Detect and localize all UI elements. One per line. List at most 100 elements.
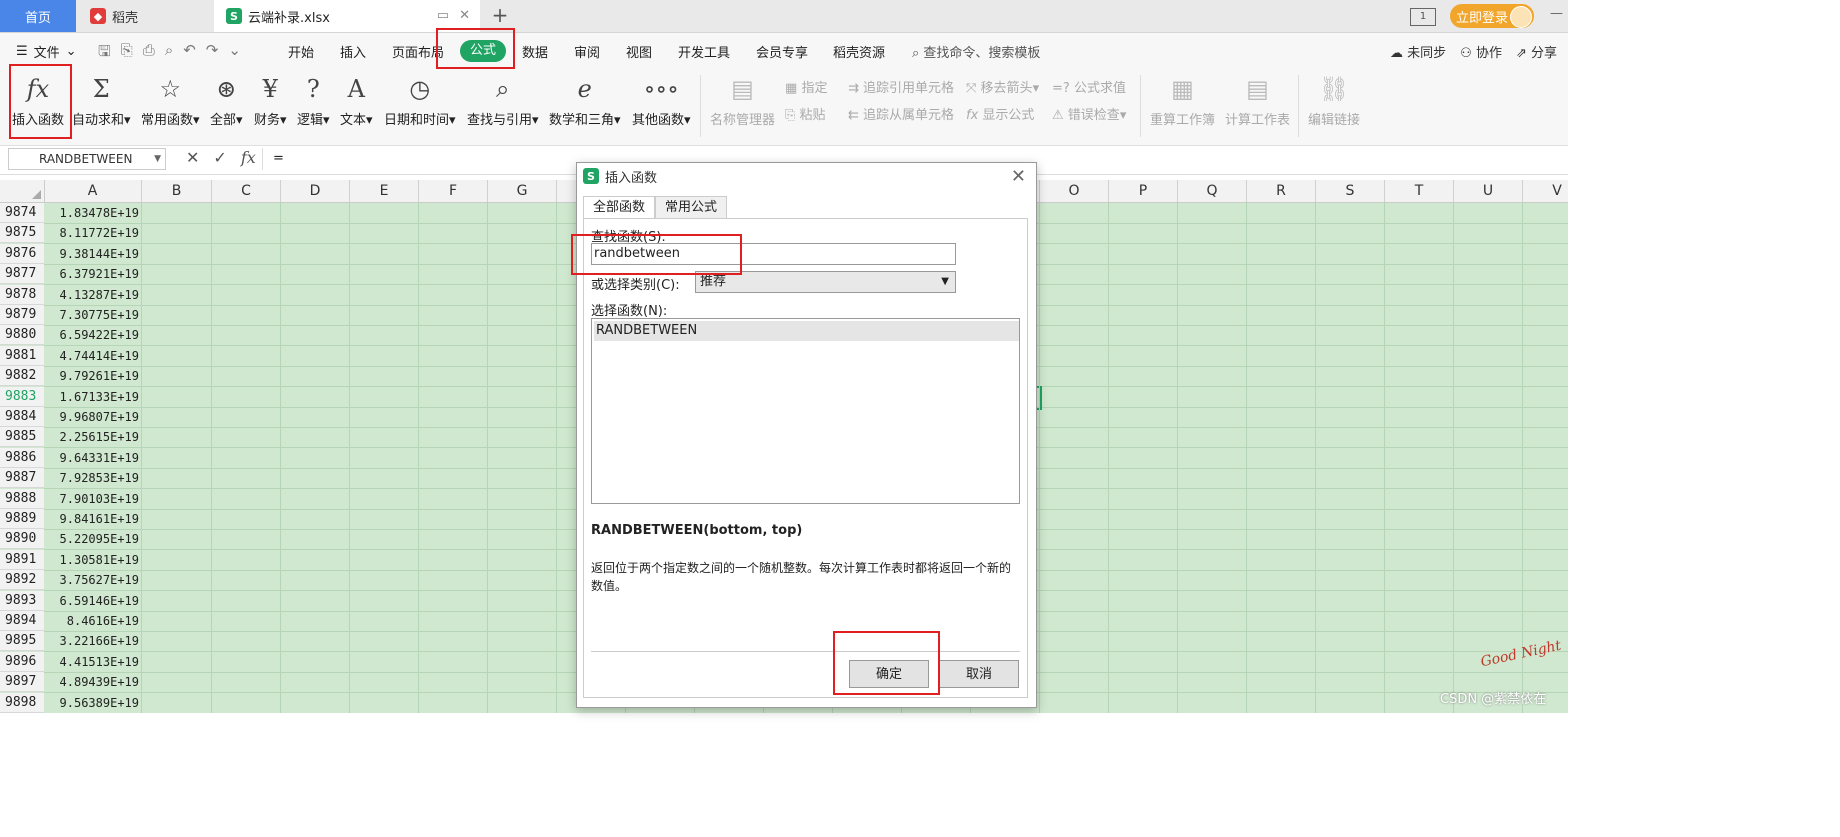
- cell-a[interactable]: 3.75627E+19: [44, 570, 142, 590]
- remove-arrows-button[interactable]: ⤧ 移去箭头▾: [966, 77, 1039, 96]
- share-button[interactable]: ⇗ 分享: [1516, 42, 1557, 61]
- chevron-down-icon[interactable]: ▼: [154, 154, 161, 164]
- login-button[interactable]: 立即登录: [1450, 4, 1534, 28]
- row-header[interactable]: 9891: [0, 549, 44, 570]
- column-header-g[interactable]: G: [488, 180, 557, 202]
- column-header-u[interactable]: U: [1454, 180, 1523, 202]
- cell-a[interactable]: 4.74414E+19: [44, 346, 142, 366]
- column-header-c[interactable]: C: [212, 180, 281, 202]
- row-header[interactable]: 9897: [0, 672, 44, 693]
- column-header-p[interactable]: P: [1109, 180, 1178, 202]
- cell-a[interactable]: 6.37921E+19: [44, 264, 142, 284]
- row-header[interactable]: 9880: [0, 325, 44, 346]
- text-button[interactable]: A 文本▾: [340, 73, 373, 128]
- row-header[interactable]: 9887: [0, 468, 44, 489]
- cancel-x-icon[interactable]: ✕: [186, 148, 199, 167]
- row-header[interactable]: 9876: [0, 243, 44, 264]
- print-icon[interactable]: ⎙: [143, 41, 155, 66]
- export-icon[interactable]: ⎘: [121, 41, 133, 66]
- evaluate-formula-button[interactable]: =? 公式求值: [1052, 77, 1126, 96]
- column-header-e[interactable]: E: [350, 180, 419, 202]
- cell-a[interactable]: 9.38144E+19: [44, 244, 142, 264]
- close-icon[interactable]: ✕: [1011, 166, 1026, 187]
- row-header[interactable]: 9884: [0, 407, 44, 427]
- select-all-corner[interactable]: [0, 180, 45, 202]
- confirm-check-icon[interactable]: ✓: [213, 148, 226, 167]
- row-header[interactable]: 9898: [0, 692, 44, 713]
- logic-button[interactable]: ? 逻辑▾: [297, 73, 330, 128]
- monitor-icon[interactable]: ▭: [437, 8, 449, 23]
- collab-button[interactable]: ⚇ 协作: [1460, 42, 1502, 61]
- math-button[interactable]: e 数学和三角▾: [549, 73, 621, 128]
- define-name-button[interactable]: ▦ 指定: [785, 77, 827, 96]
- file-menu[interactable]: ☰ 文件 ⌄: [16, 42, 77, 61]
- function-list-item[interactable]: RANDBETWEEN: [594, 321, 1019, 341]
- cell-a[interactable]: 2.25615E+19: [44, 427, 142, 447]
- column-header-q[interactable]: Q: [1178, 180, 1247, 202]
- cell-a[interactable]: 9.56389E+19: [44, 693, 142, 713]
- undo-icon[interactable]: ↶: [183, 41, 196, 66]
- cell-a[interactable]: 7.30775E+19: [44, 305, 142, 325]
- function-list[interactable]: RANDBETWEEN: [591, 318, 1020, 504]
- cell-a[interactable]: 9.96807E+19: [44, 407, 142, 427]
- cell-a[interactable]: 8.11772E+19: [44, 223, 142, 243]
- row-header[interactable]: 9882: [0, 366, 44, 387]
- close-tab-icon[interactable]: ✕: [459, 8, 470, 23]
- layout-icon[interactable]: 1: [1410, 8, 1436, 26]
- row-header[interactable]: 9877: [0, 264, 44, 285]
- row-header[interactable]: 9892: [0, 570, 44, 591]
- autosum-button[interactable]: Σ 自动求和▾: [72, 73, 131, 128]
- datetime-button[interactable]: ◷ 日期和时间▾: [384, 73, 456, 128]
- name-box[interactable]: RANDBETWEEN ▼: [8, 148, 166, 170]
- column-header-a[interactable]: A: [44, 180, 142, 202]
- recalc-workbook-button[interactable]: ▦ 重算工作簿: [1150, 73, 1215, 128]
- all-functions-button[interactable]: ⊛ 全部▾: [210, 73, 243, 128]
- cancel-button[interactable]: 取消: [939, 660, 1019, 688]
- menu-insert[interactable]: 插入: [340, 42, 366, 61]
- row-header[interactable]: 9890: [0, 529, 44, 550]
- redo-icon[interactable]: ↷: [206, 41, 219, 66]
- row-header[interactable]: 9878: [0, 284, 44, 305]
- column-header-b[interactable]: B: [142, 180, 212, 202]
- tab-common-formulas[interactable]: 常用公式: [655, 196, 728, 219]
- row-header[interactable]: 9896: [0, 651, 44, 672]
- customize-icon[interactable]: ⌄: [228, 41, 241, 66]
- tab-docer[interactable]: ◆ 稻壳: [80, 0, 214, 32]
- menu-member[interactable]: 会员专享: [756, 42, 808, 61]
- error-check-button[interactable]: ⚠ 错误检查▾: [1052, 104, 1126, 123]
- column-header-v[interactable]: V: [1523, 180, 1568, 202]
- row-header[interactable]: 9881: [0, 345, 44, 366]
- show-formulas-button[interactable]: fx 显示公式: [966, 104, 1034, 123]
- menu-start[interactable]: 开始: [288, 42, 314, 61]
- row-header[interactable]: 9885: [0, 427, 44, 448]
- row-header[interactable]: 9886: [0, 447, 44, 468]
- cell-a[interactable]: 4.13287E+19: [44, 285, 142, 305]
- cell-a[interactable]: 7.90103E+19: [44, 489, 142, 509]
- column-header-r[interactable]: R: [1247, 180, 1316, 202]
- row-header[interactable]: 9895: [0, 631, 44, 652]
- cell-a[interactable]: 4.41513E+19: [44, 652, 142, 672]
- cell-a[interactable]: 1.83478E+19: [44, 203, 142, 223]
- save-icon[interactable]: 🖫: [98, 41, 111, 66]
- column-header-s[interactable]: S: [1316, 180, 1385, 202]
- command-search[interactable]: ⌕ 查找命令、搜索模板: [912, 42, 1040, 61]
- fx-icon[interactable]: fx: [241, 148, 256, 167]
- column-header-f[interactable]: F: [419, 180, 488, 202]
- menu-developer[interactable]: 开发工具: [678, 42, 730, 61]
- cell-a[interactable]: 9.84161E+19: [44, 509, 142, 529]
- calc-sheet-button[interactable]: ▤ 计算工作表: [1225, 73, 1290, 128]
- cell-a[interactable]: 1.30581E+19: [44, 550, 142, 570]
- cell-a[interactable]: 9.64331E+19: [44, 448, 142, 468]
- other-functions-button[interactable]: ∘∘∘ 其他函数▾: [632, 73, 691, 128]
- menu-data[interactable]: 数据: [522, 42, 548, 61]
- lookup-button[interactable]: ⌕ 查找与引用▾: [467, 73, 539, 128]
- cell-a[interactable]: 9.79261E+19: [44, 366, 142, 386]
- cell-a[interactable]: 8.4616E+19: [44, 611, 142, 631]
- cell-a[interactable]: 6.59422E+19: [44, 325, 142, 345]
- cell-a[interactable]: 1.67133E+19: [44, 387, 142, 407]
- menu-docer-resources[interactable]: 稻壳资源: [833, 42, 885, 61]
- tab-home[interactable]: 首页: [0, 0, 76, 32]
- common-functions-button[interactable]: ☆ 常用函数▾: [141, 73, 200, 128]
- tab-all-functions[interactable]: 全部函数: [583, 196, 656, 219]
- row-header[interactable]: 9893: [0, 590, 44, 611]
